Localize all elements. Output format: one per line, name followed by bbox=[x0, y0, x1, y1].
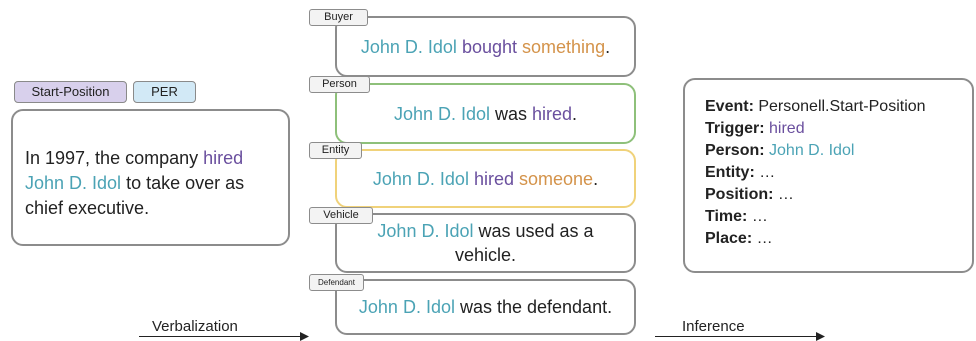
arrow-head-icon bbox=[816, 332, 825, 341]
trigger-word: hired bbox=[532, 103, 573, 124]
output-trigger-line: Trigger: hired bbox=[705, 120, 805, 137]
inference-label: Inference bbox=[682, 318, 745, 335]
role-tab-person: Person bbox=[309, 76, 370, 93]
verbalization-card-defendant: John D. Idol was the defendant. bbox=[335, 279, 636, 335]
output-place-line: Place: … bbox=[705, 230, 773, 247]
argument-span: John D. Idol bbox=[377, 221, 474, 241]
output-time-line: Time: … bbox=[705, 208, 768, 225]
role-tab-buyer: Buyer bbox=[309, 9, 368, 26]
output-person-line: Person: John D. Idol bbox=[705, 142, 855, 159]
output-position-line: Position: … bbox=[705, 186, 794, 203]
trigger-word: hired bbox=[203, 148, 244, 168]
inference-arrow bbox=[655, 336, 820, 337]
verbalization-label: Verbalization bbox=[152, 318, 238, 335]
verbalization-card-vehicle: John D. Idol was used as a vehicle. bbox=[335, 213, 636, 273]
role-tab-vehicle: Vehicle bbox=[309, 207, 373, 224]
output-entity-line: Entity: … bbox=[705, 164, 776, 181]
role-tab-defendant: Defendant bbox=[309, 274, 364, 291]
source-sentence-box: In 1997, the company hired John D. Idol … bbox=[11, 109, 290, 246]
argument-span: John D. Idol bbox=[358, 297, 455, 317]
trigger-word: bought bbox=[461, 36, 518, 57]
verbalization-card-person: John D. Idol was hired. bbox=[335, 83, 636, 144]
entity-type-tag: PER bbox=[133, 81, 196, 103]
argument-span: John D. Idol bbox=[393, 103, 490, 124]
verbalization-arrow bbox=[139, 336, 305, 337]
arrow-head-icon bbox=[300, 332, 309, 341]
argument-span: John D. Idol bbox=[372, 168, 469, 189]
argument-span: John D. Idol bbox=[25, 173, 122, 193]
inference-output-box: Event: Personell.Start-Position Trigger:… bbox=[683, 78, 974, 273]
role-tab-entity: Entity bbox=[309, 142, 362, 159]
verbalization-card-buyer: John D. Idol bought something. bbox=[335, 16, 636, 77]
output-event-line: Event: Personell.Start-Position bbox=[705, 98, 926, 115]
object-word: something bbox=[522, 36, 606, 57]
event-type-tag: Start-Position bbox=[14, 81, 127, 103]
trigger-word: hired bbox=[473, 168, 514, 189]
argument-span: John D. Idol bbox=[360, 36, 457, 57]
sentence-text: In 1997, the company bbox=[25, 148, 204, 168]
object-word: someone bbox=[519, 168, 594, 189]
verbalization-card-entity: John D. Idol hired someone. bbox=[335, 149, 636, 208]
